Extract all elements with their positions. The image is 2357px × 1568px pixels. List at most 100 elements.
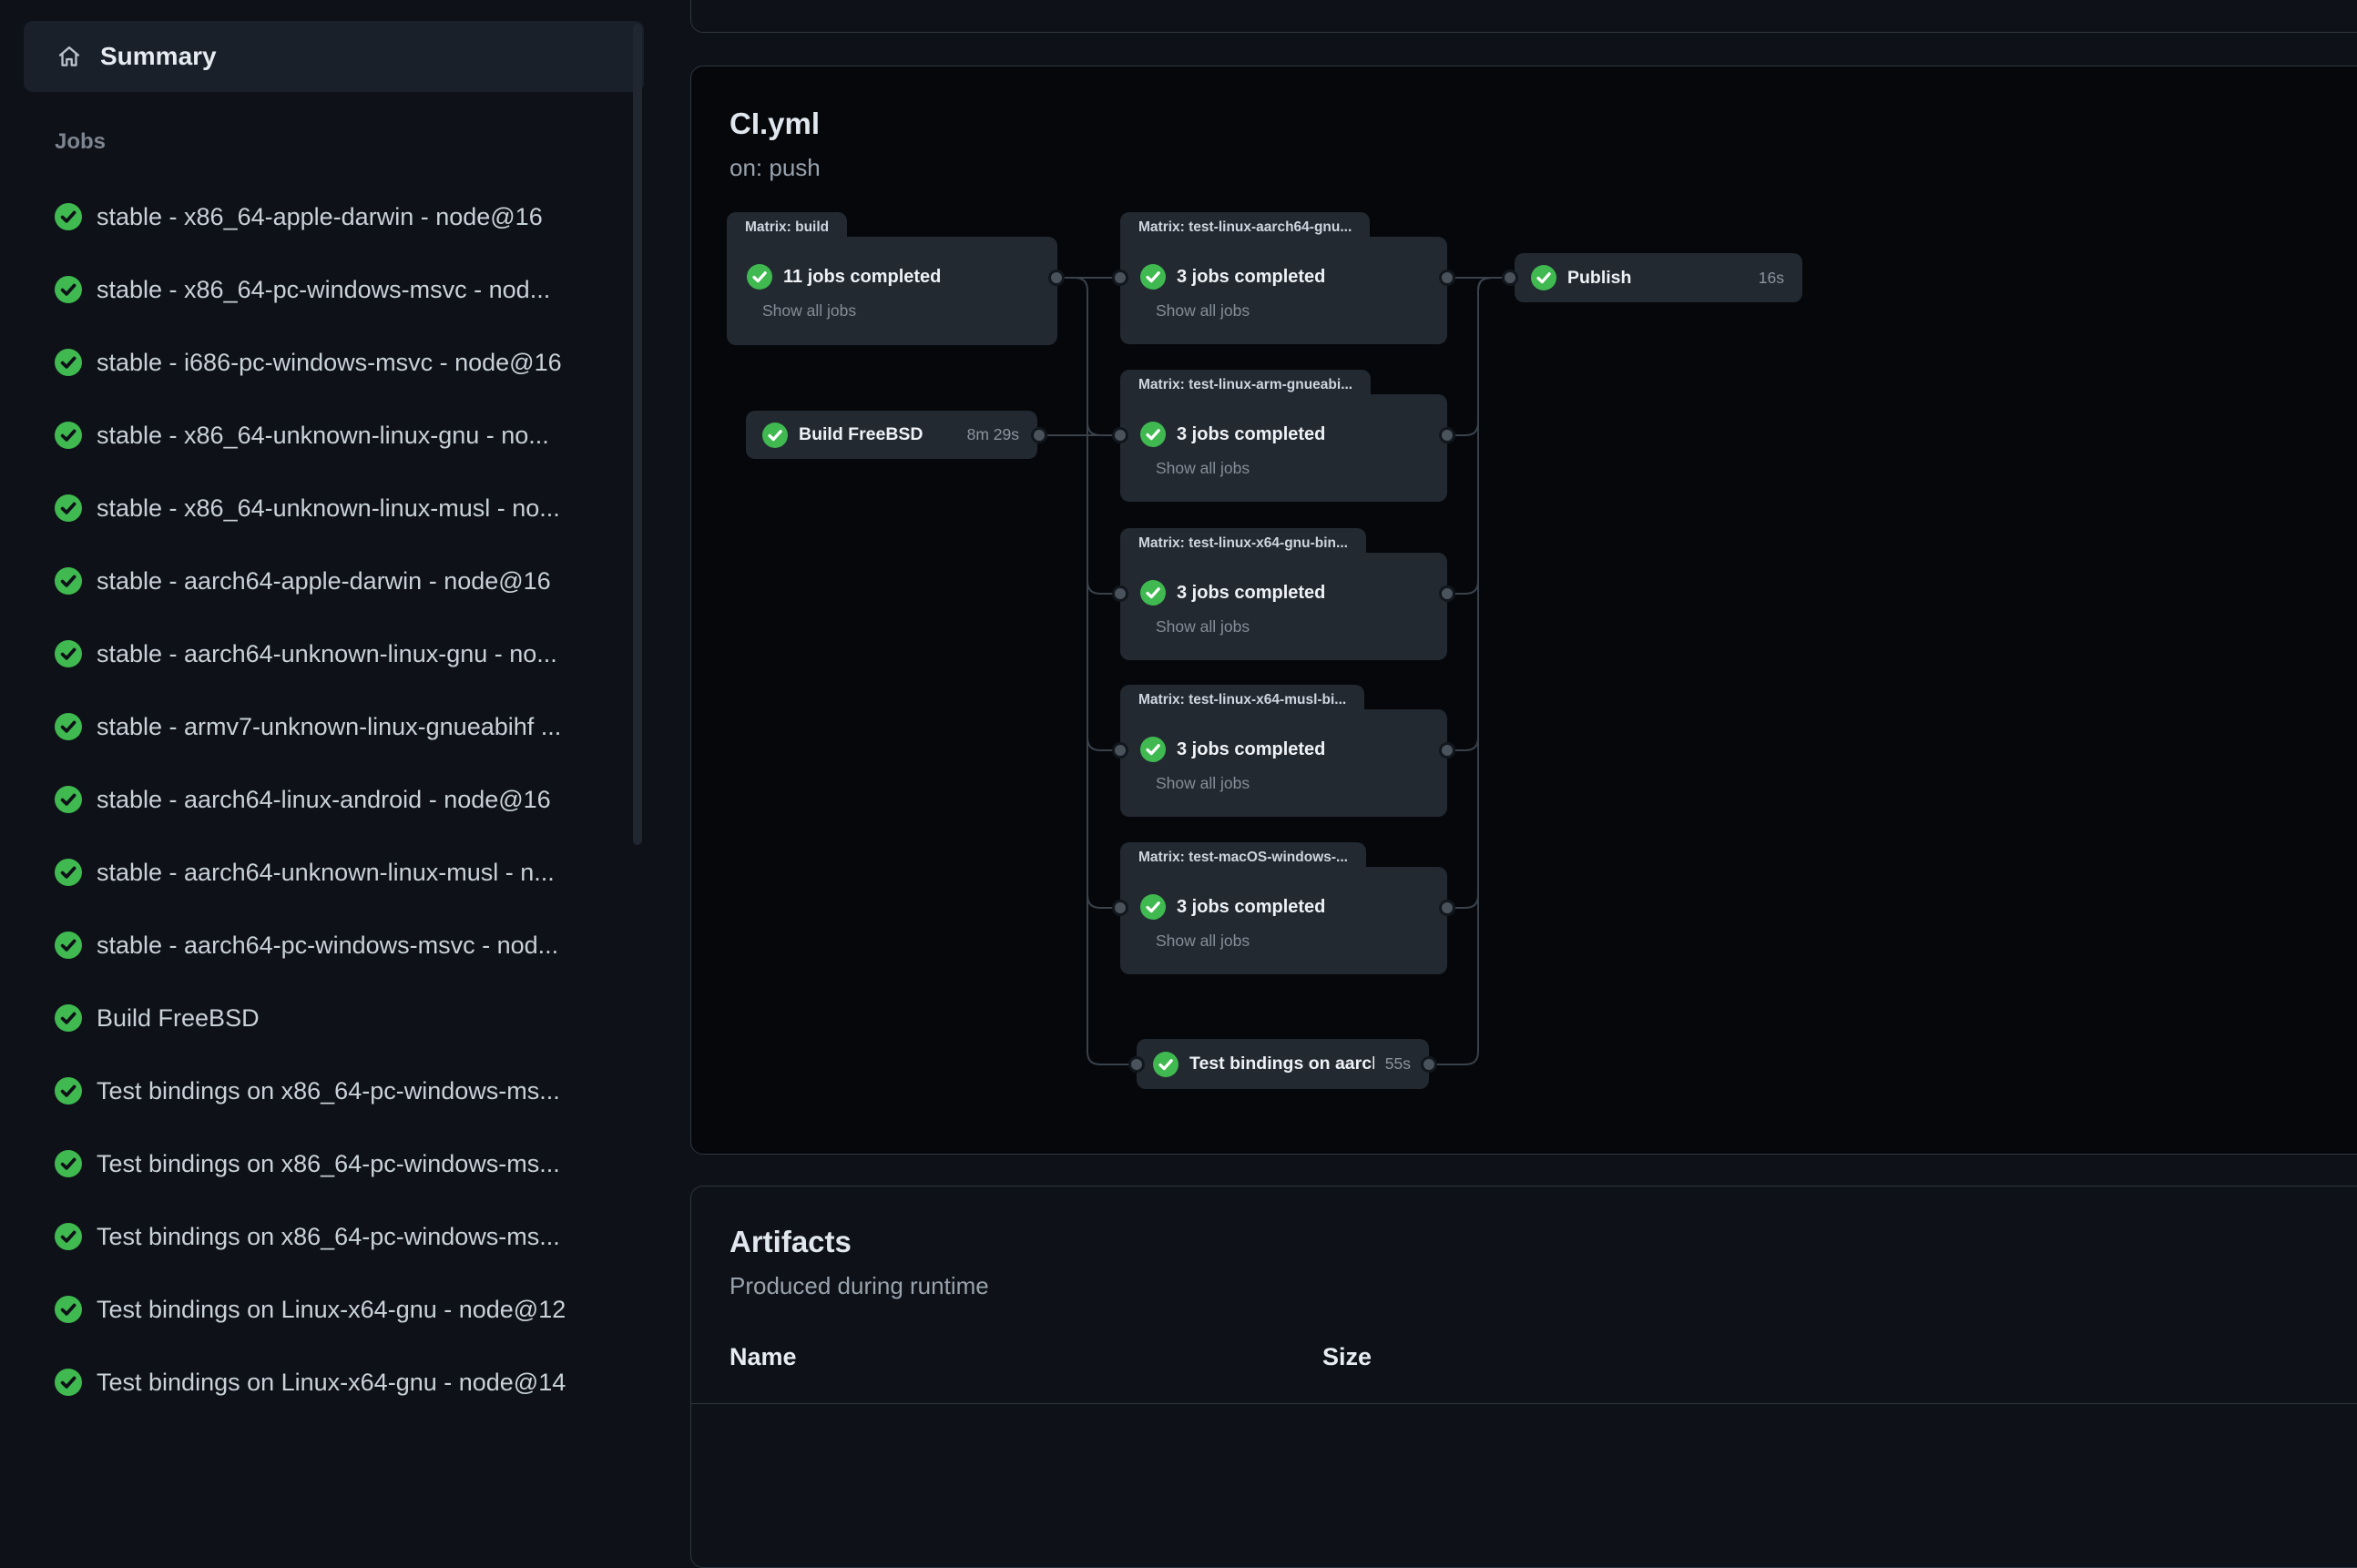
node-matrix-test[interactable]: 3 jobs completed Show all jobs <box>1120 237 1447 344</box>
home-icon <box>56 44 82 69</box>
sidebar-job-item[interactable]: stable - x86_64-apple-darwin - node@16 <box>0 180 647 253</box>
job-label: stable - armv7-unknown-linux-gnueabihf .… <box>97 713 561 741</box>
sidebar-job-item[interactable]: stable - i686-pc-windows-msvc - node@16 <box>0 326 647 399</box>
check-circle-icon <box>55 567 82 595</box>
check-circle-icon <box>1140 580 1166 606</box>
sidebar-job-item[interactable]: Test bindings on x86_64-pc-windows-ms... <box>0 1200 647 1273</box>
jobs-section-header: Jobs <box>55 129 106 155</box>
workflow-graph-card: CI.yml on: push <box>690 66 2357 1155</box>
check-circle-icon <box>1153 1052 1178 1077</box>
node-duration: 55s <box>1385 1054 1411 1074</box>
job-label: Test bindings on x86_64-pc-windows-ms... <box>97 1150 560 1178</box>
show-all-jobs-link[interactable]: Show all jobs <box>762 301 856 321</box>
job-label: stable - i686-pc-windows-msvc - node@16 <box>97 349 562 377</box>
summary-label: Summary <box>100 42 217 71</box>
check-circle-icon <box>55 422 82 449</box>
check-circle-icon <box>1140 894 1166 920</box>
sidebar-job-item[interactable]: Test bindings on Linux-x64-gnu - node@14 <box>0 1346 647 1419</box>
sidebar-job-item[interactable]: stable - aarch64-unknown-linux-gnu - no.… <box>0 617 647 690</box>
artifacts-subtitle: Produced during runtime <box>730 1272 989 1300</box>
job-label: stable - x86_64-apple-darwin - node@16 <box>97 203 543 231</box>
node-publish[interactable]: Publish 16s <box>1515 253 1802 302</box>
artifacts-title: Artifacts <box>730 1225 852 1259</box>
sidebar-job-item[interactable]: stable - armv7-unknown-linux-gnueabihf .… <box>0 690 647 763</box>
node-label: Publish <box>1567 268 1748 289</box>
sidebar-job-item[interactable]: stable - x86_64-pc-windows-msvc - nod... <box>0 253 647 326</box>
check-circle-icon <box>1531 265 1556 290</box>
check-circle-icon <box>55 1077 82 1105</box>
jobs-list: stable - x86_64-apple-darwin - node@16 s… <box>0 180 647 1419</box>
node-label: Build FreeBSD <box>799 424 956 445</box>
node-status-text: 11 jobs completed <box>783 267 941 288</box>
check-circle-icon <box>1140 264 1166 290</box>
sidebar-item-summary[interactable]: Summary <box>24 21 644 92</box>
graph-edges <box>691 66 2357 1155</box>
node-matrix-test[interactable]: 3 jobs completed Show all jobs <box>1120 867 1447 974</box>
node-status-text: 3 jobs completed <box>1177 897 1325 918</box>
sidebar-job-item[interactable]: stable - aarch64-unknown-linux-musl - n.… <box>0 836 647 909</box>
node-status-text: 3 jobs completed <box>1177 739 1325 760</box>
check-circle-icon <box>55 1296 82 1323</box>
node-label: Test bindings on aarch64... <box>1189 1054 1374 1074</box>
sidebar-job-item[interactable]: stable - x86_64-unknown-linux-musl - no.… <box>0 472 647 545</box>
node-matrix-build[interactable]: 11 jobs completed Show all jobs <box>727 237 1057 345</box>
check-circle-icon <box>55 494 82 522</box>
node-matrix-test[interactable]: 3 jobs completed Show all jobs <box>1120 709 1447 817</box>
show-all-jobs-link[interactable]: Show all jobs <box>1156 617 1250 636</box>
sidebar-job-item[interactable]: stable - aarch64-apple-darwin - node@16 <box>0 545 647 617</box>
check-circle-icon <box>55 859 82 886</box>
show-all-jobs-link[interactable]: Show all jobs <box>1156 459 1250 478</box>
check-circle-icon <box>762 423 788 448</box>
check-circle-icon <box>55 1150 82 1177</box>
check-circle-icon <box>55 349 82 376</box>
node-status-text: 3 jobs completed <box>1177 583 1325 604</box>
previous-card-bottom-edge <box>690 0 2357 33</box>
check-circle-icon <box>55 713 82 740</box>
sidebar-job-item[interactable]: stable - aarch64-linux-android - node@16 <box>0 763 647 836</box>
sidebar-job-item[interactable]: stable - x86_64-unknown-linux-gnu - no..… <box>0 399 647 472</box>
check-circle-icon <box>55 786 82 813</box>
sidebar-job-item[interactable]: Build FreeBSD <box>0 982 647 1054</box>
sidebar-job-item[interactable]: Test bindings on Linux-x64-gnu - node@12 <box>0 1273 647 1346</box>
node-status-text: 3 jobs completed <box>1177 424 1325 445</box>
check-circle-icon <box>55 1223 82 1250</box>
node-matrix-test[interactable]: 3 jobs completed Show all jobs <box>1120 394 1447 502</box>
show-all-jobs-link[interactable]: Show all jobs <box>1156 932 1250 951</box>
sidebar-job-item[interactable]: Test bindings on x86_64-pc-windows-ms... <box>0 1127 647 1200</box>
check-circle-icon <box>55 1369 82 1396</box>
sidebar-job-item[interactable]: Test bindings on x86_64-pc-windows-ms... <box>0 1054 647 1127</box>
job-label: Test bindings on x86_64-pc-windows-ms... <box>97 1223 560 1251</box>
check-circle-icon <box>55 932 82 959</box>
graph-ports <box>691 66 2357 1155</box>
check-circle-icon <box>55 203 82 230</box>
check-circle-icon <box>1140 422 1166 447</box>
node-build-freebsd[interactable]: Build FreeBSD 8m 29s <box>746 411 1037 459</box>
run-sidebar: Summary Jobs stable - x86_64-apple-darwi… <box>0 0 647 1422</box>
node-duration: 16s <box>1759 269 1784 288</box>
artifacts-column-name: Name <box>730 1343 797 1371</box>
sidebar-job-item[interactable]: stable - aarch64-pc-windows-msvc - nod..… <box>0 909 647 982</box>
show-all-jobs-link[interactable]: Show all jobs <box>1156 301 1250 321</box>
node-status-text: 3 jobs completed <box>1177 267 1325 288</box>
sidebar-scrollbar-thumb[interactable] <box>633 24 642 845</box>
job-label: Test bindings on Linux-x64-gnu - node@14 <box>97 1369 566 1397</box>
artifacts-card: Artifacts Produced during runtime Name S… <box>690 1186 2357 1568</box>
node-matrix-test[interactable]: 3 jobs completed Show all jobs <box>1120 553 1447 660</box>
node-duration: 8m 29s <box>967 425 1019 444</box>
artifacts-table-divider <box>691 1403 2357 1404</box>
job-label: Test bindings on Linux-x64-gnu - node@12 <box>97 1296 566 1324</box>
job-label: stable - aarch64-apple-darwin - node@16 <box>97 567 551 596</box>
workflow-graph-canvas: Matrix: build 11 jobs completed Show all… <box>691 66 2357 1155</box>
check-circle-icon <box>747 264 772 290</box>
check-circle-icon <box>55 1004 82 1032</box>
show-all-jobs-link[interactable]: Show all jobs <box>1156 774 1250 793</box>
job-label: Build FreeBSD <box>97 1004 260 1033</box>
job-label: stable - x86_64-unknown-linux-musl - no.… <box>97 494 560 523</box>
job-label: stable - aarch64-unknown-linux-gnu - no.… <box>97 640 557 668</box>
job-label: stable - x86_64-pc-windows-msvc - nod... <box>97 276 550 304</box>
job-label: stable - aarch64-pc-windows-msvc - nod..… <box>97 932 558 960</box>
job-label: stable - aarch64-unknown-linux-musl - n.… <box>97 859 555 887</box>
check-circle-icon <box>1140 737 1166 762</box>
node-test-bindings-aarch64[interactable]: Test bindings on aarch64... 55s <box>1137 1039 1429 1089</box>
check-circle-icon <box>55 276 82 303</box>
